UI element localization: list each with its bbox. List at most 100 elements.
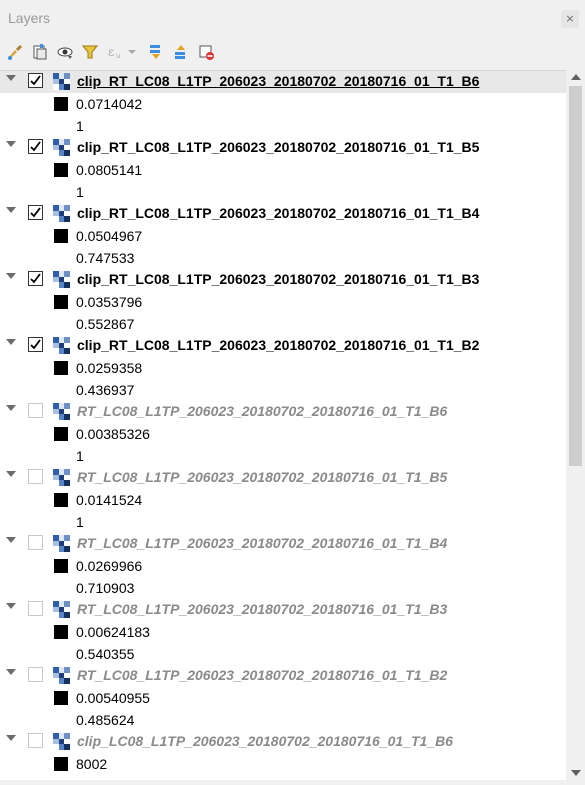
scrollbar-thumb[interactable] <box>569 86 582 466</box>
legend-max-value: 1 <box>76 184 84 200</box>
layer-name[interactable]: clip_RT_LC08_L1TP_206023_20180702_201807… <box>77 73 479 89</box>
legend-max-value: 0.552867 <box>76 316 135 332</box>
legend-min-value: 0.00540955 <box>76 690 150 706</box>
legend-swatch <box>54 427 68 441</box>
legend-max-value: 0.747533 <box>76 250 135 266</box>
legend-max-row: 0.485624 <box>0 709 566 731</box>
layer-visibility-checkbox[interactable] <box>28 601 43 616</box>
raster-layer-icon <box>53 601 70 618</box>
layer-name[interactable]: clip_RT_LC08_L1TP_206023_20180702_201807… <box>77 139 479 155</box>
panel-titlebar: Layers × <box>0 0 585 38</box>
collapse-arrow-icon[interactable] <box>6 537 16 543</box>
legend-max-row: 0.436937 <box>0 379 566 401</box>
layer-name[interactable]: clip_RT_LC08_L1TP_206023_20180702_201807… <box>77 205 479 221</box>
layer-visibility-checkbox[interactable] <box>28 733 43 748</box>
layer-name[interactable]: clip_LC08_L1TP_206023_20180702_20180716_… <box>77 733 453 749</box>
layer-row[interactable]: clip_RT_LC08_L1TP_206023_20180702_201807… <box>0 269 566 291</box>
raster-layer-icon <box>53 337 70 354</box>
layer-visibility-checkbox[interactable] <box>28 337 43 352</box>
legend-min-value: 0.0714042 <box>76 96 143 112</box>
collapse-arrow-icon[interactable] <box>6 405 16 411</box>
collapse-arrow-icon[interactable] <box>6 603 16 609</box>
legend-swatch <box>54 361 68 375</box>
svg-text:ε: ε <box>108 45 114 59</box>
scroll-up-icon[interactable] <box>571 74 581 80</box>
legend-max-row: 1 <box>0 445 566 467</box>
legend-swatch <box>54 493 68 507</box>
legend-max-row: 0.540355 <box>0 643 566 665</box>
collapse-arrow-icon[interactable] <box>6 273 16 279</box>
collapse-arrow-icon[interactable] <box>6 735 16 741</box>
visibility-eye-icon[interactable] <box>56 43 74 61</box>
layer-visibility-checkbox[interactable] <box>28 139 43 154</box>
layer-name[interactable]: RT_LC08_L1TP_206023_20180702_20180716_01… <box>77 601 447 617</box>
remove-layer-icon[interactable] <box>197 43 215 61</box>
collapse-arrow-icon[interactable] <box>6 471 16 477</box>
legend-max-value: 0.485624 <box>76 712 135 728</box>
raster-layer-icon <box>53 667 70 684</box>
layer-name[interactable]: RT_LC08_L1TP_206023_20180702_20180716_01… <box>77 667 447 683</box>
layer-name[interactable]: clip_RT_LC08_L1TP_206023_20180702_201807… <box>77 271 479 287</box>
legend-min-row: 0.0269966 <box>0 555 566 577</box>
style-brush-icon[interactable] <box>6 43 24 61</box>
legend-max-value: 1 <box>76 514 84 530</box>
layer-visibility-checkbox[interactable] <box>28 667 43 682</box>
layer-name[interactable]: RT_LC08_L1TP_206023_20180702_20180716_01… <box>77 403 447 419</box>
layer-row[interactable]: RT_LC08_L1TP_206023_20180702_20180716_01… <box>0 599 566 621</box>
add-group-icon[interactable] <box>31 43 49 61</box>
collapse-arrow-icon[interactable] <box>6 669 16 675</box>
layer-visibility-checkbox[interactable] <box>28 73 43 88</box>
raster-layer-icon <box>53 271 70 288</box>
collapse-arrow-icon[interactable] <box>6 339 16 345</box>
legend-min-value: 0.0805141 <box>76 162 143 178</box>
legend-min-value: 8002 <box>76 756 108 772</box>
layer-tree[interactable]: clip_RT_LC08_L1TP_206023_20180702_201807… <box>0 70 585 781</box>
layer-visibility-checkbox[interactable] <box>28 403 43 418</box>
close-icon[interactable]: × <box>561 10 579 28</box>
legend-min-value: 0.0269966 <box>76 558 143 574</box>
legend-swatch <box>54 229 68 243</box>
legend-max-value: 1 <box>76 118 84 134</box>
layer-row[interactable]: RT_LC08_L1TP_206023_20180702_20180716_01… <box>0 533 566 555</box>
legend-max-value: 0.436937 <box>76 382 135 398</box>
legend-min-row: 0.0805141 <box>0 159 566 181</box>
legend-max-row: 1 <box>0 511 566 533</box>
legend-swatch <box>54 757 68 771</box>
filter-expression-icon[interactable]: εu <box>106 43 140 61</box>
scroll-down-icon[interactable] <box>571 770 581 776</box>
collapse-arrow-icon[interactable] <box>6 141 16 147</box>
collapse-arrow-icon[interactable] <box>6 75 16 81</box>
legend-min-row: 0.0714042 <box>0 93 566 115</box>
panel-title: Layers <box>8 10 51 26</box>
layer-name[interactable]: clip_RT_LC08_L1TP_206023_20180702_201807… <box>77 337 479 353</box>
expand-all-icon[interactable] <box>147 43 165 61</box>
collapse-all-icon[interactable] <box>172 43 190 61</box>
legend-min-row: 8002 <box>0 753 566 775</box>
layer-visibility-checkbox[interactable] <box>28 469 43 484</box>
legend-swatch <box>54 559 68 573</box>
layer-name[interactable]: RT_LC08_L1TP_206023_20180702_20180716_01… <box>77 535 447 551</box>
layer-row[interactable]: clip_RT_LC08_L1TP_206023_20180702_201807… <box>0 335 566 357</box>
filter-funnel-icon[interactable] <box>81 43 99 61</box>
layer-visibility-checkbox[interactable] <box>28 205 43 220</box>
legend-swatch <box>54 691 68 705</box>
legend-swatch <box>54 97 68 111</box>
layer-row[interactable]: clip_LC08_L1TP_206023_20180702_20180716_… <box>0 731 566 753</box>
layer-visibility-checkbox[interactable] <box>28 271 43 286</box>
legend-min-row: 0.0504967 <box>0 225 566 247</box>
layer-row[interactable]: RT_LC08_L1TP_206023_20180702_20180716_01… <box>0 665 566 687</box>
legend-min-row: 0.00624183 <box>0 621 566 643</box>
vertical-scrollbar[interactable] <box>566 70 585 780</box>
layer-row[interactable]: RT_LC08_L1TP_206023_20180702_20180716_01… <box>0 467 566 489</box>
collapse-arrow-icon[interactable] <box>6 207 16 213</box>
legend-swatch <box>54 625 68 639</box>
layer-row[interactable]: clip_RT_LC08_L1TP_206023_20180702_201807… <box>0 71 566 93</box>
layer-row[interactable]: clip_RT_LC08_L1TP_206023_20180702_201807… <box>0 137 566 159</box>
svg-text:u: u <box>116 52 120 60</box>
layer-name[interactable]: RT_LC08_L1TP_206023_20180702_20180716_01… <box>77 469 447 485</box>
layer-visibility-checkbox[interactable] <box>28 535 43 550</box>
layer-row[interactable]: RT_LC08_L1TP_206023_20180702_20180716_01… <box>0 401 566 423</box>
layer-row[interactable]: clip_RT_LC08_L1TP_206023_20180702_201807… <box>0 203 566 225</box>
legend-max-value: 0.710903 <box>76 580 135 596</box>
raster-layer-icon <box>53 403 70 420</box>
